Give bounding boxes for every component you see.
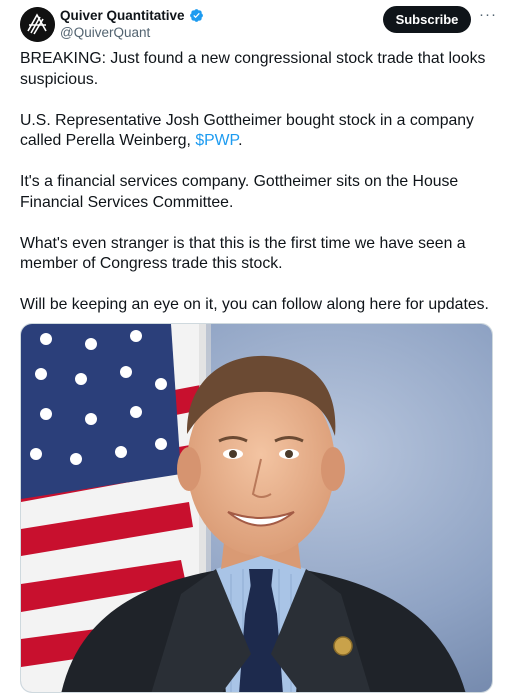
display-name[interactable]: Quiver Quantitative	[60, 8, 185, 23]
tweet-paragraph-1: BREAKING: Just found a new congressional…	[20, 50, 486, 88]
handle[interactable]: @QuiverQuant	[60, 25, 150, 40]
tweet-photo[interactable]	[20, 323, 493, 693]
tweet-paragraph-3: It's a financial services company. Gotth…	[20, 173, 459, 211]
tweet-paragraph-5: Will be keeping an eye on it, you can fo…	[20, 296, 489, 313]
tweet-paragraph-2-end: .	[238, 132, 243, 149]
cashtag-link[interactable]: $PWP	[195, 132, 238, 149]
name-row: Quiver Quantitative	[60, 8, 204, 23]
tweet-card: Quiver Quantitative @QuiverQuant Subscri…	[0, 0, 508, 693]
tweet-paragraph-2-text: U.S. Representative Josh Gottheimer boug…	[20, 111, 474, 150]
quiver-logo-icon	[20, 7, 55, 42]
more-options-icon[interactable]: ···	[478, 7, 498, 29]
tweet-text: BREAKING: Just found a new congressional…	[20, 49, 498, 336]
tweet-paragraph-2: U.S. Representative Josh Gottheimer boug…	[20, 111, 498, 152]
subscribe-button[interactable]: Subscribe	[383, 6, 471, 33]
tweet-header: Quiver Quantitative @QuiverQuant Subscri…	[20, 6, 500, 46]
tweet-paragraph-4: What's even stranger is that this is the…	[20, 234, 466, 273]
verified-badge-icon	[189, 8, 204, 23]
portrait-image	[21, 324, 492, 692]
avatar[interactable]	[20, 7, 55, 42]
